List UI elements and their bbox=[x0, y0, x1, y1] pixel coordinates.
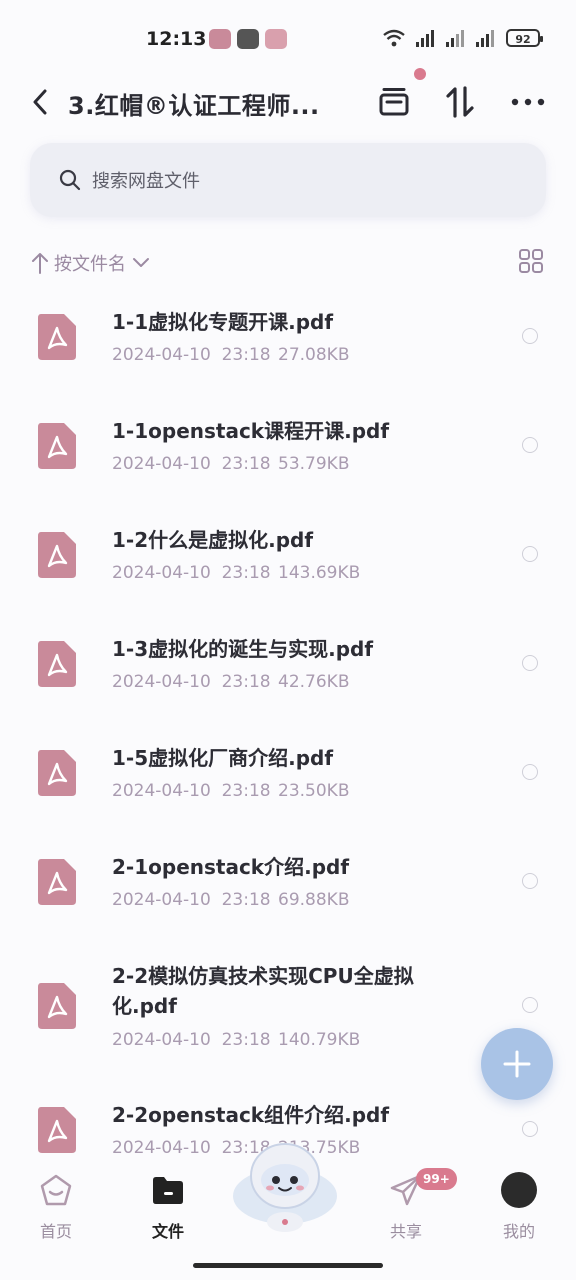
file-name: 2-1openstack介绍.pdf bbox=[112, 855, 350, 879]
arrow-up-icon bbox=[32, 253, 48, 274]
signal-icon bbox=[476, 29, 496, 47]
signal-icon bbox=[416, 29, 436, 47]
file-name: 2-2openstack组件介绍.pdf bbox=[112, 1103, 390, 1127]
file-size: 42.76KB bbox=[278, 672, 350, 692]
nav-me-label: 我的 bbox=[502, 1222, 535, 1241]
pdf-file-icon bbox=[38, 314, 76, 360]
avatar bbox=[501, 1172, 537, 1208]
signal-icon bbox=[446, 29, 466, 47]
file-date: 2024-04-10 23:18 bbox=[112, 1030, 271, 1050]
file-date: 2024-04-10 23:18 bbox=[112, 454, 271, 474]
search-input[interactable]: 搜索网盘文件 bbox=[30, 143, 546, 217]
grid-view-icon[interactable] bbox=[518, 248, 544, 274]
file-date: 2024-04-10 23:18 bbox=[112, 781, 271, 801]
add-button[interactable] bbox=[481, 1028, 553, 1100]
status-time: 12:13 bbox=[146, 28, 207, 50]
select-radio[interactable] bbox=[522, 997, 538, 1013]
file-row[interactable]: 1-1虚拟化专题开课.pdf 2024-04-10 23:18 27.08KB bbox=[0, 282, 576, 391]
file-name: 1-5虚拟化厂商介绍.pdf bbox=[112, 746, 334, 770]
file-date: 2024-04-10 23:18 bbox=[112, 672, 271, 692]
file-size: 140.79KB bbox=[278, 1030, 361, 1050]
file-size: 23.50KB bbox=[278, 781, 350, 801]
sort-button[interactable] bbox=[440, 82, 480, 122]
page-title: 3.红帽®认证工程师... bbox=[68, 92, 320, 120]
sort-bar: 按文件名 bbox=[30, 248, 546, 278]
file-size: 69.88KB bbox=[278, 890, 350, 910]
mascot-assistant-icon[interactable] bbox=[230, 1136, 340, 1236]
notification-dot bbox=[414, 68, 426, 80]
file-row[interactable]: 1-1openstack课程开课.pdf 2024-04-10 23:18 53… bbox=[0, 391, 576, 500]
select-radio[interactable] bbox=[522, 655, 538, 671]
chevron-down-icon[interactable] bbox=[132, 254, 150, 272]
file-row[interactable]: 2-1openstack介绍.pdf 2024-04-10 23:18 69.8… bbox=[0, 827, 576, 936]
notification-app-icon bbox=[265, 29, 287, 49]
wifi-icon bbox=[383, 29, 405, 47]
select-radio[interactable] bbox=[522, 873, 538, 889]
nav-files-label: 文件 bbox=[151, 1222, 184, 1241]
battery-icon: 92 bbox=[506, 29, 543, 47]
search-icon bbox=[59, 169, 81, 191]
pdf-file-icon bbox=[38, 1107, 76, 1153]
file-date: 2024-04-10 23:18 bbox=[112, 890, 271, 910]
pdf-file-icon bbox=[38, 423, 76, 469]
inbox-icon bbox=[379, 88, 409, 116]
status-indicators: 92 bbox=[382, 28, 543, 48]
select-radio[interactable] bbox=[522, 546, 538, 562]
top-app-bar: 3.红帽®认证工程师... bbox=[0, 78, 576, 126]
pdf-file-icon bbox=[38, 641, 76, 687]
nav-share-label: 共享 bbox=[389, 1222, 422, 1241]
home-indicator bbox=[193, 1263, 383, 1268]
sort-by-name-button[interactable]: 按文件名 bbox=[54, 250, 126, 276]
file-size: 143.69KB bbox=[278, 563, 361, 583]
share-count-badge: 99+ bbox=[416, 1168, 457, 1190]
file-name: 1-2什么是虚拟化.pdf bbox=[112, 528, 314, 552]
search-placeholder: 搜索网盘文件 bbox=[92, 171, 200, 192]
pdf-file-icon bbox=[38, 859, 76, 905]
more-dots-icon bbox=[511, 98, 545, 106]
sort-arrows-icon bbox=[446, 86, 474, 118]
file-name: 1-3虚拟化的诞生与实现.pdf bbox=[112, 637, 374, 661]
home-icon bbox=[38, 1172, 74, 1208]
status-bar: 12:13 92 bbox=[0, 0, 576, 78]
notification-app-icon bbox=[237, 29, 259, 49]
file-date: 2024-04-10 23:18 bbox=[112, 345, 271, 365]
select-radio[interactable] bbox=[522, 437, 538, 453]
select-radio[interactable] bbox=[522, 1121, 538, 1137]
pdf-file-icon bbox=[38, 750, 76, 796]
file-row[interactable]: 1-2什么是虚拟化.pdf 2024-04-10 23:18 143.69KB bbox=[0, 500, 576, 609]
file-name: 2-2模拟仿真技术实现CPU全虚拟化.pdf bbox=[112, 964, 414, 1018]
file-name: 1-1openstack课程开课.pdf bbox=[112, 419, 390, 443]
plus-icon bbox=[503, 1050, 531, 1078]
pdf-file-icon bbox=[38, 532, 76, 578]
pdf-file-icon bbox=[38, 983, 76, 1029]
transfer-list-button[interactable] bbox=[374, 82, 414, 122]
nav-home-label: 首页 bbox=[39, 1222, 72, 1241]
select-radio[interactable] bbox=[522, 764, 538, 780]
file-size: 27.08KB bbox=[278, 345, 350, 365]
nav-me[interactable]: 我的 bbox=[479, 1172, 559, 1242]
folder-icon bbox=[150, 1172, 186, 1208]
nav-home[interactable]: 首页 bbox=[16, 1172, 96, 1242]
nav-files[interactable]: 文件 bbox=[128, 1172, 208, 1242]
back-arrow-icon bbox=[33, 89, 47, 115]
back-button[interactable] bbox=[26, 86, 54, 118]
file-row[interactable]: 1-3虚拟化的诞生与实现.pdf 2024-04-10 23:18 42.76K… bbox=[0, 609, 576, 718]
file-size: 53.79KB bbox=[278, 454, 350, 474]
more-options-button[interactable] bbox=[508, 82, 548, 122]
file-row[interactable]: 1-5虚拟化厂商介绍.pdf 2024-04-10 23:18 23.50KB bbox=[0, 718, 576, 827]
file-date: 2024-04-10 23:18 bbox=[112, 563, 271, 583]
notification-app-icon bbox=[209, 29, 231, 49]
file-name: 1-1虚拟化专题开课.pdf bbox=[112, 310, 334, 334]
select-radio[interactable] bbox=[522, 328, 538, 344]
